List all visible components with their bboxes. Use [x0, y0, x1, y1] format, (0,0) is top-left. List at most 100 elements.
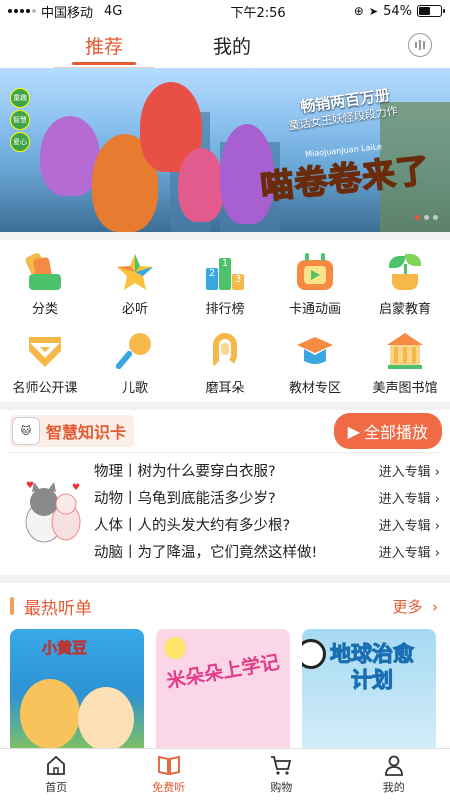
home-icon	[47, 755, 66, 775]
carousel-dots	[415, 215, 438, 220]
enter-album-link[interactable]: 进入专辑 ›	[379, 515, 440, 534]
clock: 下午2:56	[230, 5, 286, 21]
nav-label: 首页	[45, 781, 68, 794]
grid-label: 排行榜	[205, 302, 245, 317]
cartoon-character-icon	[40, 116, 100, 196]
knowledge-list: 物理丨树为什么要穿白衣服? 进入专辑 › 动物丨乌龟到底能活多少岁? 进入专辑 › …	[94, 457, 440, 565]
grad-cap-icon	[295, 331, 335, 371]
category-icon	[24, 251, 65, 292]
album-card[interactable]: 小黄豆	[10, 629, 144, 759]
tab-indicator	[72, 62, 136, 65]
user-icon	[384, 755, 403, 776]
promo-banner[interactable]: 童趣 智慧 爱心 畅销两百万册 童话女王妖怪段段力作 MiaoJuanJuan …	[0, 68, 450, 232]
enter-album-link[interactable]: 进入专辑 ›	[379, 542, 440, 561]
svg-text:♥: ♥	[26, 481, 34, 491]
star-icon	[115, 252, 155, 292]
grid-label: 教材专区	[288, 381, 341, 396]
grid-item-category[interactable]: 分类	[0, 251, 90, 317]
grid-label: 卡通动画	[288, 302, 341, 317]
grid-item-open-course[interactable]: 名师公开课	[0, 331, 90, 396]
battery-text: 54%	[383, 3, 412, 19]
nav-home[interactable]: 首页	[0, 749, 113, 800]
rotation-lock-icon: ⊕	[353, 4, 364, 18]
top-tabs: 推荐 我的	[0, 22, 450, 68]
network-type: 4G	[104, 3, 123, 19]
badge-fun: 童趣	[10, 88, 30, 108]
grid-item-textbook[interactable]: 教材专区	[270, 331, 360, 396]
play-all-button[interactable]: ▶ 全部播放	[333, 413, 442, 449]
cat-icon: 🐱	[12, 417, 40, 445]
teacher-badge-icon	[25, 331, 65, 371]
cart-icon	[271, 756, 292, 775]
album-title: 米朵朵上学记	[164, 651, 282, 693]
ear-icon	[205, 331, 245, 371]
knowledge-title-text: 智慧知识卡	[46, 423, 127, 442]
tab-mine[interactable]: 我的	[182, 32, 282, 59]
nav-shopping[interactable]: 购物	[225, 749, 338, 800]
bottom-nav: 首页 免费听 购物 我的	[0, 748, 450, 800]
nav-free-listen[interactable]: 免费听	[113, 749, 226, 800]
knowledge-row[interactable]: 动脑丨为了降温，它们竟然这样做! 进入专辑 ›	[94, 538, 440, 565]
hot-list-title: 最热听单	[24, 598, 92, 619]
play-all-label: 全部播放	[363, 423, 428, 442]
library-icon	[385, 331, 425, 371]
knowledge-row[interactable]: 动物丨乌龟到底能活多少岁? 进入专辑 ›	[94, 484, 440, 511]
knowledge-question: 动脑丨为了降温，它们竟然这样做!	[94, 545, 318, 561]
album-title: 地球治愈计划	[330, 642, 415, 693]
grid-label: 美声图书馆	[372, 381, 438, 396]
grid-item-must-listen[interactable]: 必听	[90, 252, 180, 317]
more-link[interactable]: 更多 ›	[392, 596, 438, 617]
grid-label: 启蒙教育	[378, 302, 431, 317]
nav-mine[interactable]: 我的	[338, 749, 450, 800]
grid-item-library[interactable]: 美声图书馆	[360, 331, 450, 396]
grid-label: 必听	[121, 302, 148, 317]
carrier: 中国移动	[41, 5, 94, 21]
divider	[0, 402, 450, 410]
album-title: 小黄豆	[42, 639, 88, 658]
album-card[interactable]: 米朵朵上学记	[156, 629, 290, 759]
knowledge-question: 物理丨树为什么要穿白衣服?	[94, 464, 276, 480]
enter-album-link[interactable]: 进入专辑 ›	[379, 461, 440, 480]
play-icon: ▶	[347, 421, 360, 441]
badge-wisdom: 智慧	[10, 110, 30, 130]
tv-icon	[295, 252, 335, 292]
status-bar: 中国移动 4G 下午2:56 ⊕ ➤ 54%	[0, 0, 450, 22]
knowledge-question: 人体丨人的头发大约有多少根?	[94, 518, 291, 534]
category-grid: 分类 必听 2 1 3 排行榜 卡通动画 启蒙教育 名师公开课 儿歌 磨耳朵 教…	[0, 240, 450, 402]
svg-text:♥: ♥	[72, 483, 80, 493]
album-card[interactable]: 地球治愈计划	[302, 629, 436, 759]
grid-item-songs[interactable]: 儿歌	[90, 331, 180, 396]
knowledge-row[interactable]: 人体丨人的头发大约有多少根? 进入专辑 ›	[94, 511, 440, 538]
grid-item-ranking[interactable]: 2 1 3 排行榜	[180, 252, 270, 317]
divider	[0, 575, 450, 583]
knowledge-question: 动物丨乌龟到底能活多少岁?	[94, 491, 276, 507]
tab-recommend[interactable]: 推荐	[54, 32, 154, 59]
cartoon-character-icon	[178, 148, 224, 222]
section-marker	[10, 597, 14, 615]
nav-label: 免费听	[152, 781, 186, 794]
divider	[0, 232, 450, 240]
hot-list-header: 最热听单 更多 ›	[0, 583, 450, 629]
album-row: 小黄豆 米朵朵上学记 地球治愈计划	[0, 629, 450, 759]
nav-label: 购物	[270, 781, 293, 794]
book-icon	[157, 755, 180, 776]
grid-item-cartoon[interactable]: 卡通动画	[270, 252, 360, 317]
enter-album-link[interactable]: 进入专辑 ›	[379, 488, 440, 507]
grid-label: 儿歌	[121, 381, 148, 396]
grid-label: 分类	[31, 302, 58, 317]
location-icon: ➤	[368, 4, 379, 18]
audio-player-icon[interactable]	[408, 33, 432, 57]
sprout-icon	[385, 252, 425, 292]
banner-badges: 童趣 智慧 爱心	[10, 88, 30, 152]
cat-illustration: ♥ ♥	[10, 457, 94, 565]
ranking-icon: 2 1 3	[205, 252, 245, 292]
knowledge-row[interactable]: 物理丨树为什么要穿白衣服? 进入专辑 ›	[94, 457, 440, 484]
knowledge-card-title: 🐱 智慧知识卡	[10, 415, 135, 447]
knowledge-card: 🐱 智慧知识卡 ▶ 全部播放 ♥ ♥ 物理丨树为什么要穿白衣服? 进入专辑 › 动物…	[0, 410, 450, 565]
grid-item-ear[interactable]: 磨耳朵	[180, 331, 270, 396]
grid-label: 名师公开课	[12, 381, 78, 396]
signal-icon	[8, 9, 36, 13]
battery-icon	[416, 5, 445, 17]
grid-item-enlightenment[interactable]: 启蒙教育	[360, 252, 450, 317]
badge-love: 爱心	[10, 132, 30, 152]
